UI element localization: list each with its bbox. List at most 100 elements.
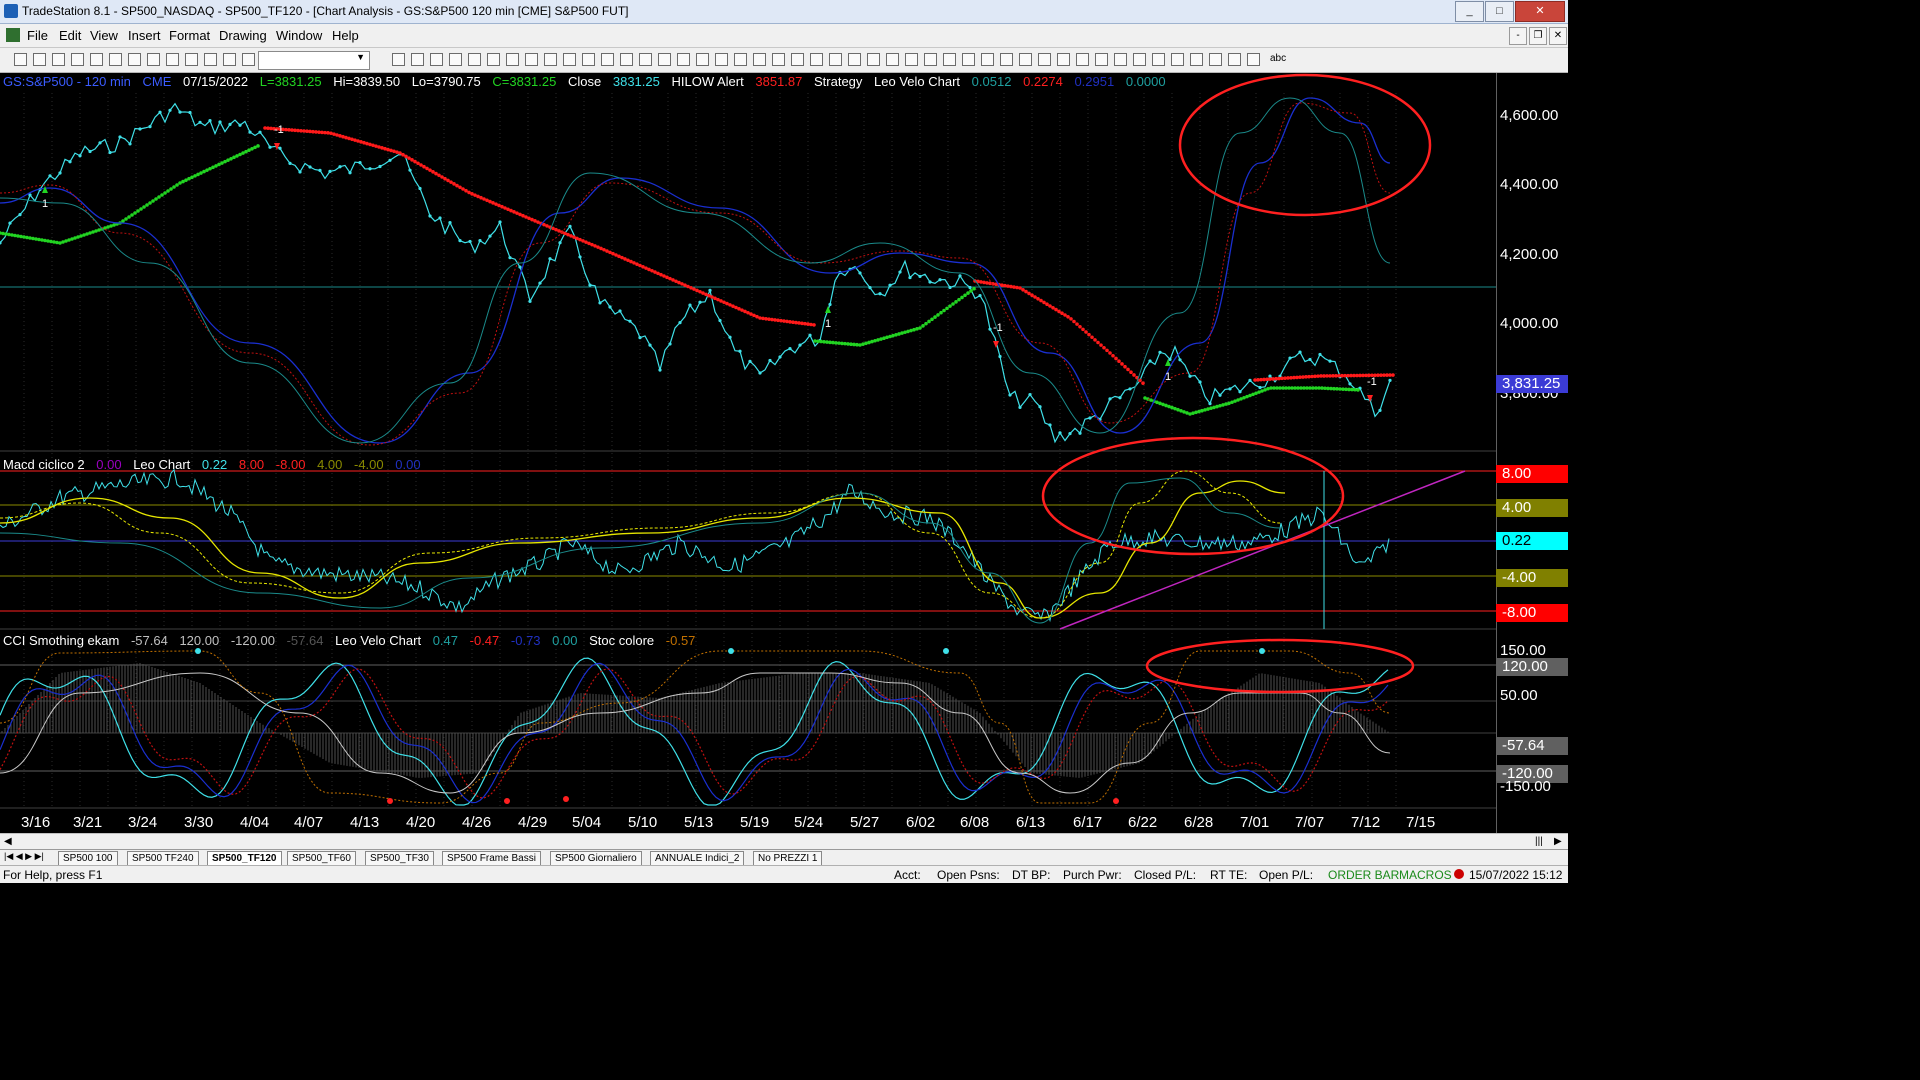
tab-sp500-tf240[interactable]: SP500 TF240 xyxy=(127,851,199,866)
toolbar-tool-icon[interactable] xyxy=(223,53,236,66)
scroll-right-icon[interactable]: ▶ xyxy=(1554,836,1562,847)
toolbar-tool-icon[interactable] xyxy=(506,53,519,66)
menu-file[interactable]: File xyxy=(27,28,48,43)
toolbar-tool-icon[interactable] xyxy=(1000,53,1013,66)
toolbar-tool-icon[interactable] xyxy=(392,53,405,66)
toolbar-tool-icon[interactable] xyxy=(52,53,65,66)
toolbar-tool-icon[interactable] xyxy=(1038,53,1051,66)
toolbar-tool-icon[interactable] xyxy=(544,53,557,66)
toolbar-tool-icon[interactable] xyxy=(1247,53,1260,66)
mdi-restore-button[interactable]: ❐ xyxy=(1529,27,1547,45)
toolbar-tool-icon[interactable] xyxy=(204,53,217,66)
toolbar-tool-icon[interactable] xyxy=(886,53,899,66)
chart-canvas[interactable]: 1 -1 1 -1 1 -1 xyxy=(0,73,1568,833)
toolbar-tool-icon[interactable] xyxy=(753,53,766,66)
scroll-left-icon[interactable]: ◀ xyxy=(4,836,12,847)
toolbar-tool-icon[interactable] xyxy=(14,53,27,66)
menu-insert[interactable]: Insert xyxy=(128,28,161,43)
cci-axis-m150: -150.00 xyxy=(1500,778,1551,795)
macros-button[interactable]: MACROS xyxy=(1399,868,1452,882)
tab-sp500-frame-bassi[interactable]: SP500 Frame Bassi xyxy=(442,851,541,866)
tab-nav-icon[interactable]: |◀ ◀ ▶ ▶| xyxy=(4,851,44,862)
maximize-button[interactable]: □ xyxy=(1485,1,1514,22)
menu-view[interactable]: View xyxy=(90,28,118,43)
scroll-grip-icon[interactable]: ||| xyxy=(1535,836,1543,847)
support-dot xyxy=(927,319,931,324)
menu-format[interactable]: Format xyxy=(169,28,210,43)
toolbar-tool-icon[interactable] xyxy=(525,53,538,66)
toolbar-tool-icon[interactable] xyxy=(772,53,785,66)
menu-help[interactable]: Help xyxy=(332,28,359,43)
toolbar-tool-icon[interactable] xyxy=(1209,53,1222,66)
toolbar-tool-icon[interactable] xyxy=(734,53,747,66)
tab-sp500-giornaliero[interactable]: SP500 Giornaliero xyxy=(550,851,642,866)
toolbar-tool-icon[interactable] xyxy=(411,53,424,66)
toolbar-tool-icon[interactable] xyxy=(1019,53,1032,66)
toolbar-tool-icon[interactable] xyxy=(90,53,103,66)
toolbar-tool-icon[interactable] xyxy=(791,53,804,66)
symbol-combo[interactable]: ▼ xyxy=(258,51,370,70)
toolbar-tool-icon[interactable] xyxy=(810,53,823,66)
toolbar-tool-icon[interactable] xyxy=(829,53,842,66)
tab-sp500-tf120[interactable]: SP500_TF120 xyxy=(207,851,282,866)
toolbar-tool-icon[interactable] xyxy=(848,53,861,66)
toolbar-tool-icon[interactable] xyxy=(658,53,671,66)
text-tool-button[interactable]: abc xyxy=(1270,53,1286,64)
horizontal-scrollbar[interactable]: ◀ ||| ▶ xyxy=(0,833,1568,850)
toolbar-tool-icon[interactable] xyxy=(639,53,652,66)
toolbar-tool-icon[interactable] xyxy=(1152,53,1165,66)
tab-annuale-indici[interactable]: ANNUALE Indici_2 xyxy=(650,851,745,866)
toolbar-tool-icon[interactable] xyxy=(1076,53,1089,66)
toolbar-tool-icon[interactable] xyxy=(468,53,481,66)
toolbar-tool-icon[interactable] xyxy=(943,53,956,66)
chart-window-icon[interactable] xyxy=(6,28,20,42)
toolbar-tool-icon[interactable] xyxy=(185,53,198,66)
toolbar-tool-icon[interactable] xyxy=(128,53,141,66)
toolbar-tool-icon[interactable] xyxy=(563,53,576,66)
price-dot xyxy=(1348,382,1352,386)
toolbar-tool-icon[interactable] xyxy=(1057,53,1070,66)
toolbar-tool-icon[interactable] xyxy=(242,53,255,66)
toolbar-tool-icon[interactable] xyxy=(33,53,46,66)
close-button[interactable]: ✕ xyxy=(1515,1,1565,22)
toolbar-tool-icon[interactable] xyxy=(867,53,880,66)
toolbar-tool-icon[interactable] xyxy=(677,53,690,66)
chart-area[interactable]: 1 -1 1 -1 1 -1 GS:S&P500 - 120 min CME 07/15/… xyxy=(0,73,1569,833)
toolbar-tool-icon[interactable] xyxy=(924,53,937,66)
tab-sp500-tf60[interactable]: SP500_TF60 xyxy=(287,851,356,866)
minimize-button[interactable]: _ xyxy=(1455,1,1484,22)
toolbar-tool-icon[interactable] xyxy=(487,53,500,66)
toolbar-tool-icon[interactable] xyxy=(1114,53,1127,66)
toolbar-tool-icon[interactable] xyxy=(147,53,160,66)
price-dot xyxy=(1218,393,1222,397)
toolbar-tool-icon[interactable] xyxy=(1133,53,1146,66)
price-dot xyxy=(68,160,72,164)
toolbar-tool-icon[interactable] xyxy=(166,53,179,66)
toolbar-tool-icon[interactable] xyxy=(430,53,443,66)
menu-drawing[interactable]: Drawing xyxy=(219,28,267,43)
tab-sp500-100[interactable]: SP500 100 xyxy=(58,851,118,866)
toolbar-tool-icon[interactable] xyxy=(696,53,709,66)
toolbar-tool-icon[interactable] xyxy=(582,53,595,66)
toolbar-tool-icon[interactable] xyxy=(109,53,122,66)
tab-no-prezzi[interactable]: No PREZZI 1 xyxy=(753,851,823,866)
mdi-close-button[interactable]: ✕ xyxy=(1549,27,1567,45)
toolbar-tool-icon[interactable] xyxy=(1095,53,1108,66)
toolbar-tool-icon[interactable] xyxy=(71,53,84,66)
macd-axis-4: 4.00 xyxy=(1496,499,1568,517)
menu-window[interactable]: Window xyxy=(276,28,322,43)
toolbar-tool-icon[interactable] xyxy=(715,53,728,66)
toolbar-tool-icon[interactable] xyxy=(981,53,994,66)
toolbar-tool-icon[interactable] xyxy=(620,53,633,66)
mdi-minimize-button[interactable]: - xyxy=(1509,27,1527,45)
tab-sp500-tf30[interactable]: SP500_TF30 xyxy=(365,851,434,866)
toolbar-tool-icon[interactable] xyxy=(962,53,975,66)
menu-edit[interactable]: Edit xyxy=(59,28,81,43)
order-bar-button[interactable]: ORDER BAR xyxy=(1328,868,1399,882)
toolbar-tool-icon[interactable] xyxy=(601,53,614,66)
toolbar-tool-icon[interactable] xyxy=(449,53,462,66)
toolbar-tool-icon[interactable] xyxy=(1171,53,1184,66)
toolbar-tool-icon[interactable] xyxy=(905,53,918,66)
toolbar-tool-icon[interactable] xyxy=(1228,53,1241,66)
toolbar-tool-icon[interactable] xyxy=(1190,53,1203,66)
